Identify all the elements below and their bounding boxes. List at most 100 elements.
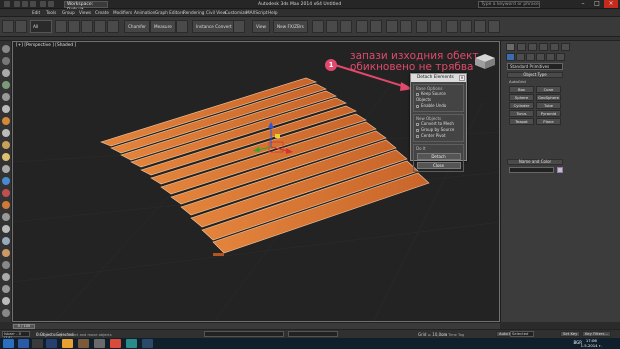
menu-item[interactable]: Customize bbox=[225, 10, 247, 16]
coordinate-y[interactable] bbox=[288, 331, 338, 337]
select-region-icon[interactable] bbox=[81, 20, 93, 33]
app-icon[interactable] bbox=[18, 339, 29, 348]
tool-icon[interactable] bbox=[2, 93, 10, 101]
tool-icon[interactable] bbox=[2, 201, 10, 209]
tool-icon[interactable] bbox=[2, 129, 10, 137]
tool-icon[interactable] bbox=[2, 177, 10, 185]
tool-icon[interactable] bbox=[2, 57, 10, 65]
tool-icon[interactable] bbox=[233, 20, 245, 33]
torus-button[interactable]: Torus bbox=[509, 110, 534, 117]
tool-icon[interactable] bbox=[2, 105, 10, 113]
primitive-type-dropdown[interactable]: Standard Primitives bbox=[507, 63, 563, 70]
enable-undo-checkbox[interactable]: Enable Undo bbox=[416, 103, 461, 109]
keep-source-checkbox[interactable]: Keep Source Objects bbox=[416, 91, 461, 103]
tool-icon[interactable] bbox=[2, 309, 10, 317]
curve-editor-icon[interactable] bbox=[416, 20, 428, 33]
center-pivot-checkbox[interactable]: Center Pivot bbox=[416, 133, 461, 139]
hierarchy-tab-icon[interactable] bbox=[528, 43, 537, 51]
rendered-frame-icon[interactable] bbox=[474, 20, 486, 33]
chrome-icon[interactable] bbox=[110, 339, 121, 348]
layer-manager-icon[interactable] bbox=[386, 20, 398, 33]
new-fx-button[interactable]: New FX/ZBrs bbox=[273, 20, 308, 33]
motion-tab-icon[interactable] bbox=[539, 43, 548, 51]
modify-tab-icon[interactable] bbox=[517, 43, 526, 51]
maxscript-listener[interactable]: Isbarr - 0 (14) bbox=[2, 331, 30, 340]
tool-icon[interactable] bbox=[2, 189, 10, 197]
tool-icon[interactable] bbox=[2, 81, 10, 89]
mirror-icon[interactable] bbox=[356, 20, 368, 33]
render-setup-icon[interactable] bbox=[460, 20, 472, 33]
tube-button[interactable]: Tube bbox=[536, 102, 561, 109]
search-field[interactable]: Type a keyword or phrase bbox=[478, 1, 540, 8]
maximize-icon[interactable]: □ bbox=[590, 0, 604, 8]
autogrid-checkbox[interactable]: AutoGrid bbox=[509, 79, 526, 84]
set-key-button[interactable]: Set Key bbox=[560, 331, 581, 337]
align-icon[interactable] bbox=[370, 20, 382, 33]
helpers-icon[interactable] bbox=[546, 53, 555, 61]
tool-icon[interactable] bbox=[2, 153, 10, 161]
chamfer-button[interactable]: Chamfer bbox=[124, 20, 150, 33]
3dsmax-icon[interactable] bbox=[126, 339, 137, 348]
pyramid-button[interactable]: Pyramid bbox=[536, 110, 561, 117]
tool-icon[interactable] bbox=[2, 285, 10, 293]
open-icon[interactable] bbox=[22, 1, 28, 7]
add-time-tag[interactable]: Add Time Tag bbox=[440, 333, 464, 337]
spinner-snap-icon[interactable] bbox=[326, 20, 338, 33]
angle-snap-icon[interactable] bbox=[340, 20, 352, 33]
menu-item[interactable]: Modifiers bbox=[113, 10, 132, 16]
tool-icon[interactable] bbox=[2, 237, 10, 245]
percent-snap-icon[interactable] bbox=[312, 20, 324, 33]
display-tab-icon[interactable] bbox=[550, 43, 559, 51]
object-name-field[interactable] bbox=[509, 167, 554, 173]
coordinate-x[interactable] bbox=[204, 331, 284, 337]
create-tab-icon[interactable] bbox=[506, 43, 515, 51]
app-icon[interactable] bbox=[32, 339, 43, 348]
lights-icon[interactable] bbox=[526, 53, 535, 61]
wood-planks[interactable] bbox=[100, 77, 430, 256]
redo-icon[interactable] bbox=[15, 20, 27, 33]
menu-item[interactable]: Rendering bbox=[183, 10, 204, 16]
graphite-icon[interactable] bbox=[400, 20, 412, 33]
select-by-name-icon[interactable] bbox=[68, 20, 80, 33]
viewport-label[interactable]: [+] [Perspective ] [Shaded ] bbox=[16, 43, 76, 48]
app-icon[interactable] bbox=[46, 339, 57, 348]
view-button[interactable]: View bbox=[252, 20, 270, 33]
shapes-icon[interactable] bbox=[516, 53, 525, 61]
menu-item[interactable]: Tools bbox=[46, 10, 56, 16]
perspective-viewport[interactable]: [+] [Perspective ] [Shaded ] 1 запази из… bbox=[12, 41, 500, 322]
geometry-icon[interactable] bbox=[506, 53, 515, 61]
tool-icon[interactable] bbox=[2, 165, 10, 173]
menu-item[interactable]: MAXScript bbox=[246, 10, 268, 16]
instance-convert-button[interactable]: Instance Convert bbox=[192, 20, 236, 33]
select-object-icon[interactable] bbox=[55, 20, 67, 33]
tool-icon[interactable] bbox=[2, 213, 10, 221]
undo-icon[interactable] bbox=[40, 1, 46, 7]
menu-item[interactable]: Group bbox=[62, 10, 75, 16]
minimize-icon[interactable]: – bbox=[576, 0, 590, 8]
save-icon[interactable] bbox=[30, 1, 36, 7]
name-and-color-rollout[interactable]: Name and Color bbox=[507, 159, 563, 165]
tool-icon[interactable] bbox=[2, 297, 10, 305]
cameras-icon[interactable] bbox=[536, 53, 545, 61]
menu-item[interactable]: Views bbox=[79, 10, 91, 16]
plane-button[interactable]: Plane bbox=[536, 118, 561, 125]
menu-item[interactable]: Civil View bbox=[206, 10, 226, 16]
close-button[interactable]: Close bbox=[416, 162, 461, 169]
app-icon[interactable] bbox=[142, 339, 153, 348]
app-icon[interactable] bbox=[94, 339, 105, 348]
render-icon[interactable] bbox=[488, 20, 500, 33]
workspace-dropdown[interactable]: Workspace: Default bbox=[64, 1, 108, 13]
measure-button[interactable]: Measure bbox=[150, 20, 176, 33]
cylinder-button[interactable]: Cylinder bbox=[509, 102, 534, 109]
tool-icon[interactable] bbox=[2, 249, 10, 257]
window-crossing-icon[interactable] bbox=[94, 20, 106, 33]
detach-button[interactable]: Detach bbox=[416, 153, 461, 160]
menu-item[interactable]: Graph Editors bbox=[155, 10, 184, 16]
folder-icon[interactable] bbox=[62, 339, 73, 348]
clock[interactable]: 17:06 1.5.2014 г. bbox=[581, 338, 602, 348]
utilities-tab-icon[interactable] bbox=[561, 43, 570, 51]
new-icon[interactable] bbox=[14, 1, 20, 7]
menu-item[interactable]: Animation bbox=[134, 10, 155, 16]
teapot-button[interactable]: Teapot bbox=[509, 118, 534, 125]
redo-icon[interactable] bbox=[48, 1, 54, 7]
